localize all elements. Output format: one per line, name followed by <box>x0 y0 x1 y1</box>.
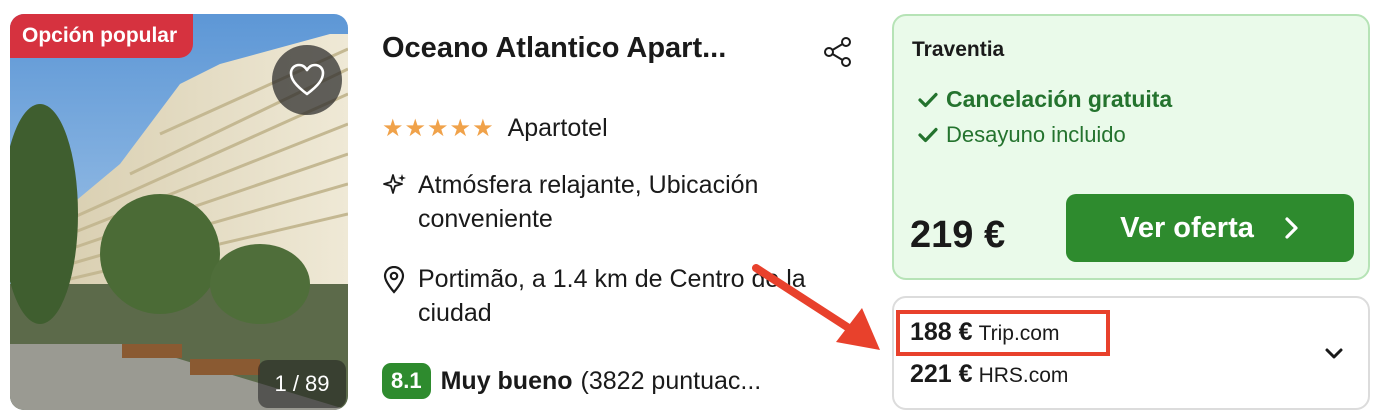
offer-provider: Traventia <box>912 38 1005 61</box>
review-rating-row[interactable]: 8.1 Muy bueno (3822 puntuac... <box>382 362 761 400</box>
hotel-card: Opción popular 1 / 89 Oceano Atlantico A… <box>0 0 1388 420</box>
check-icon <box>918 127 938 143</box>
heart-icon <box>289 63 325 96</box>
share-button[interactable] <box>820 34 856 70</box>
star-rating-row: ★ ★ ★ ★ ★ Apartotel <box>382 110 608 146</box>
perk-breakfast: Desayuno incluido <box>918 122 1126 148</box>
review-score-label: Muy bueno <box>440 366 573 395</box>
photo-counter: 1 / 89 <box>258 360 346 408</box>
annotation-highlight-box <box>896 310 1110 356</box>
star-icon: ★ <box>472 114 494 142</box>
map-pin-icon <box>382 262 418 330</box>
star-icon: ★ <box>404 114 427 142</box>
hotel-name[interactable]: Oceano Atlantico Apart... <box>382 32 726 65</box>
star-rating: ★ ★ ★ ★ ★ <box>382 116 494 140</box>
view-offer-button[interactable]: Ver oferta <box>1066 194 1354 262</box>
alt-offer-site: HRS.com <box>978 364 1069 387</box>
alt-offer-price: 221 € <box>910 360 973 388</box>
popular-badge: Opción popular <box>10 14 194 58</box>
perk-label: Cancelación gratuita <box>946 86 1173 112</box>
chevron-right-icon <box>1285 217 1298 239</box>
favorite-button[interactable] <box>272 45 342 115</box>
annotation-arrow <box>752 264 880 350</box>
offer-price: 219 € <box>910 214 1006 256</box>
alt-offer-row[interactable]: 221 € HRS.com <box>910 360 1068 389</box>
share-icon <box>824 37 851 67</box>
star-icon: ★ <box>382 114 404 142</box>
star-icon: ★ <box>427 114 449 142</box>
expand-offers-button[interactable] <box>1322 342 1346 366</box>
best-offer-panel: Traventia Cancelación gratuita Desayuno … <box>892 14 1370 280</box>
perk-free-cancellation: Cancelación gratuita <box>918 86 1172 113</box>
highlights-row: Atmósfera relajante, Ubicación convenien… <box>382 168 862 236</box>
hotel-photo[interactable]: Opción popular 1 / 89 <box>10 14 348 410</box>
review-score-badge: 8.1 <box>382 363 431 399</box>
review-count: (3822 puntuac... <box>580 366 762 395</box>
chevron-down-icon <box>1325 348 1343 359</box>
perk-label: Desayuno incluido <box>946 122 1126 147</box>
property-type: Apartotel <box>507 113 608 142</box>
highlights-text: Atmósfera relajante, Ubicación convenien… <box>418 171 759 233</box>
star-icon: ★ <box>449 114 472 142</box>
sparkle-icon <box>382 168 418 236</box>
check-icon <box>918 92 938 107</box>
view-offer-label: Ver oferta <box>1120 211 1254 244</box>
